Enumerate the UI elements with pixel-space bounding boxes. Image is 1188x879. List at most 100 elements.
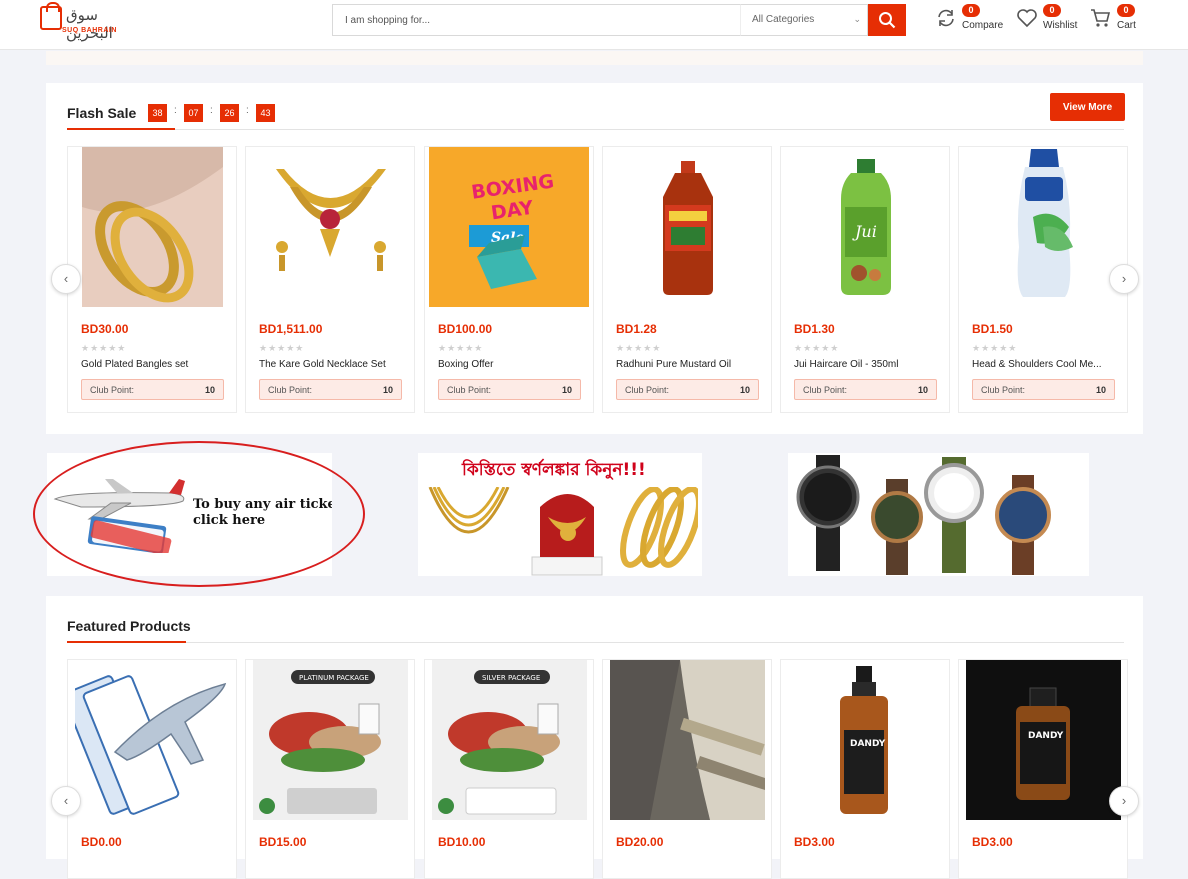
- product-name[interactable]: Radhuni Pure Mustard Oil: [616, 359, 760, 370]
- timer-seconds: 43: [256, 104, 275, 122]
- product-name[interactable]: Head & Shoulders Cool Me...: [972, 359, 1116, 370]
- product-card[interactable]: BD1,511.00 ★★★★★ The Kare Gold Necklace …: [245, 146, 415, 413]
- club-point-box: Club Point: 10: [972, 379, 1115, 400]
- club-point-box: Club Point: 10: [438, 379, 581, 400]
- product-card[interactable]: DANDY BD3.00: [958, 659, 1128, 879]
- cart-icon: [1091, 9, 1111, 27]
- gold-jewelry-icon: [428, 487, 698, 576]
- gold-installment-banner[interactable]: কিস্তিতে স্বর্ণলঙ্কার কিনুন!!!: [418, 453, 702, 576]
- product-price: BD15.00: [259, 835, 307, 849]
- product-price: BD3.00: [972, 835, 1013, 849]
- previous-section-edge: [46, 51, 1143, 65]
- category-select-label: All Categories: [752, 14, 815, 25]
- svg-text:Jui: Jui: [852, 222, 877, 241]
- product-price: BD1.28: [616, 322, 657, 336]
- svg-text:SILVER PACKAGE: SILVER PACKAGE: [482, 674, 540, 682]
- product-name[interactable]: Jui Haircare Oil - 350ml: [794, 359, 938, 370]
- rating-stars-icon: ★★★★★: [81, 343, 127, 353]
- search-icon: [879, 12, 896, 29]
- rating-stars-icon: ★★★★★: [794, 343, 840, 353]
- gold-banner-text: কিস্তিতে স্বর্ণলঙ্কার কিনুন!!!: [462, 460, 646, 480]
- product-card[interactable]: BOXING DAY Sale BD100.00 ★★★★★ Boxing Of…: [424, 146, 594, 413]
- mustard-oil-image: [617, 147, 758, 307]
- svg-text:DANDY: DANDY: [850, 739, 886, 749]
- club-point-label: Club Point:: [447, 385, 492, 395]
- product-price: BD30.00: [81, 322, 129, 336]
- view-more-button[interactable]: View More: [1050, 93, 1125, 121]
- heart-icon: [1017, 9, 1037, 28]
- product-card[interactable]: BD30.00 ★★★★★ Gold Plated Bangles set Cl…: [67, 146, 237, 413]
- watches-banner[interactable]: [788, 453, 1089, 576]
- product-price: BD100.00: [438, 322, 493, 336]
- club-point-value: 10: [204, 385, 215, 395]
- featured-products-title: Featured Products: [67, 618, 191, 634]
- flash-sale-section: Flash Sale 38 : 07 : 26 : 43 View More B…: [46, 83, 1143, 434]
- club-point-label: Club Point:: [268, 385, 313, 395]
- rating-stars-icon: ★★★★★: [438, 343, 484, 353]
- cart-count-badge: 0: [1117, 4, 1135, 17]
- chevron-left-icon: ‹: [63, 793, 69, 808]
- carousel-next-button[interactable]: ›: [1109, 786, 1139, 816]
- dandy-bottle-image: DANDY: [966, 660, 1121, 820]
- compare-label: Compare: [962, 20, 1004, 31]
- product-card[interactable]: BD20.00: [602, 659, 772, 879]
- highlight-circle: [33, 441, 365, 587]
- product-card[interactable]: PLATINUM PACKAGE BD15.00: [245, 659, 415, 879]
- bangles-image: [82, 147, 223, 307]
- category-select[interactable]: All Categories ⌄: [740, 4, 868, 36]
- svg-text:DANDY: DANDY: [1028, 731, 1064, 741]
- club-point-box: Club Point: 10: [616, 379, 759, 400]
- chevron-down-icon: ⌄: [853, 14, 861, 24]
- rating-stars-icon: ★★★★★: [616, 343, 662, 353]
- timer-days: 38: [148, 104, 167, 122]
- carousel-prev-button[interactable]: ‹: [51, 264, 81, 294]
- hair-oil-image: Jui: [795, 147, 936, 307]
- carousel-prev-button[interactable]: ‹: [51, 786, 81, 816]
- shampoo-image: [973, 147, 1114, 307]
- club-point-value: 10: [917, 385, 928, 395]
- product-name[interactable]: Boxing Offer: [438, 359, 582, 370]
- chevron-left-icon: ‹: [63, 271, 69, 286]
- silver-package-image: SILVER PACKAGE: [432, 660, 587, 820]
- rating-stars-icon: ★★★★★: [259, 343, 305, 353]
- compare-link[interactable]: 0 Compare: [936, 4, 1006, 38]
- necklace-image: [260, 147, 401, 307]
- product-card[interactable]: BD0.00: [67, 659, 237, 879]
- site-logo[interactable]: سوق البحرين SUQ BAHRAIN: [40, 2, 125, 42]
- dandy-spray-image: DANDY: [788, 660, 943, 820]
- search-button[interactable]: [868, 4, 906, 36]
- carousel-next-button[interactable]: ›: [1109, 264, 1139, 294]
- club-point-box: Club Point: 10: [81, 379, 224, 400]
- timer-minutes: 26: [220, 104, 239, 122]
- product-price: BD1.50: [972, 322, 1013, 336]
- logo-arabic-text: سوق البحرين: [66, 6, 113, 42]
- club-point-box: Club Point: 10: [259, 379, 402, 400]
- club-point-label: Club Point:: [803, 385, 848, 395]
- product-price: BD3.00: [794, 835, 835, 849]
- shopping-bag-icon: [40, 2, 62, 30]
- search-bar: All Categories ⌄: [332, 4, 906, 36]
- chevron-right-icon: ›: [1121, 793, 1127, 808]
- product-card[interactable]: DANDY BD3.00: [780, 659, 950, 879]
- product-price: BD20.00: [616, 835, 664, 849]
- wishlist-link[interactable]: 0 Wishlist: [1016, 4, 1080, 38]
- rating-stars-icon: ★★★★★: [972, 343, 1018, 353]
- club-point-label: Club Point:: [90, 385, 135, 395]
- product-name[interactable]: The Kare Gold Necklace Set: [259, 359, 403, 370]
- compare-icon: [938, 9, 954, 27]
- product-card[interactable]: Jui BD1.30 ★★★★★ Jui Haircare Oil - 350m…: [780, 146, 950, 413]
- product-card[interactable]: BD1.28 ★★★★★ Radhuni Pure Mustard Oil Cl…: [602, 146, 772, 413]
- product-card[interactable]: SILVER PACKAGE BD10.00: [424, 659, 594, 879]
- section-divider: [67, 642, 1124, 643]
- product-price: BD0.00: [81, 835, 122, 849]
- timer-hours: 07: [184, 104, 203, 122]
- watches-icon: [796, 455, 1051, 575]
- logo-text: SUQ BAHRAIN: [62, 27, 117, 34]
- club-point-label: Club Point:: [625, 385, 670, 395]
- club-point-value: 10: [739, 385, 750, 395]
- thobe-image: [610, 660, 765, 820]
- product-name[interactable]: Gold Plated Bangles set: [81, 359, 225, 370]
- search-input[interactable]: [332, 4, 740, 36]
- cart-link[interactable]: 0 Cart: [1090, 4, 1140, 38]
- product-card[interactable]: BD1.50 ★★★★★ Head & Shoulders Cool Me...…: [958, 146, 1128, 413]
